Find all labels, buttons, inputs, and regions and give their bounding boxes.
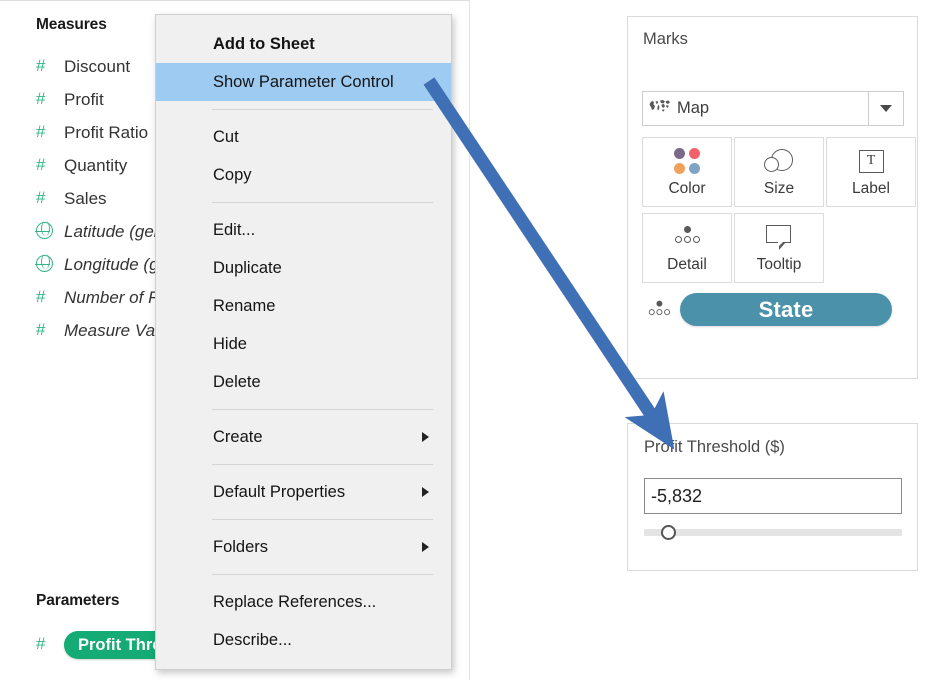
menu-separator (212, 109, 433, 110)
cards-pane: Marks (615, 0, 934, 680)
marks-shelf-label[interactable]: T Label (826, 137, 916, 207)
menu-item[interactable]: Cut (156, 118, 451, 156)
parameter-value-input[interactable] (644, 478, 902, 514)
menu-separator (212, 519, 433, 520)
menu-item-label: Show Parameter Control (213, 73, 394, 91)
menu-separator (212, 574, 433, 575)
marks-shelf-detail[interactable]: Detail (642, 213, 732, 283)
hash-icon: # (36, 190, 64, 208)
parameter-control-title: Profit Threshold ($) (644, 438, 785, 457)
chevron-right-icon (422, 542, 429, 552)
chevron-right-icon (422, 432, 429, 442)
parameter-slider[interactable] (644, 524, 902, 540)
measure-field-label: Quantity (64, 156, 127, 176)
menu-item-label: Replace References... (213, 593, 376, 611)
menu-item[interactable]: Hide (156, 325, 451, 363)
menu-item-label: Rename (213, 297, 275, 315)
detail-dots-icon (672, 222, 702, 252)
menu-item-label: Edit... (213, 221, 255, 239)
globe-icon (36, 221, 64, 242)
state-field-pill[interactable]: State (680, 293, 892, 326)
mark-type-dropdown-arrow[interactable] (868, 92, 903, 125)
parameter-slider-track[interactable] (644, 529, 902, 536)
menu-item-label: Add to Sheet (213, 35, 315, 53)
chevron-down-icon (880, 105, 892, 112)
menu-item-label: Delete (213, 373, 261, 391)
menu-item[interactable]: Add to Sheet (156, 25, 451, 63)
globe-icon (36, 254, 64, 275)
parameter-slider-thumb[interactable] (661, 525, 676, 540)
hash-icon: # (36, 91, 64, 109)
menu-item[interactable]: Replace References... (156, 583, 451, 621)
menu-item[interactable]: Describe... (156, 621, 451, 659)
menu-item[interactable]: Show Parameter Control (156, 63, 451, 101)
measure-field-label: Discount (64, 57, 130, 77)
menu-item[interactable]: Copy (156, 156, 451, 194)
label-text-icon: T (859, 146, 884, 176)
menu-item-label: Hide (213, 335, 247, 353)
marks-shelf-label-label: Label (852, 180, 890, 198)
menu-item-label: Create (213, 428, 263, 446)
hash-icon: # (36, 322, 64, 340)
menu-separator (212, 202, 433, 203)
marks-shelf-size-label: Size (764, 180, 794, 198)
hash-icon: # (36, 58, 64, 76)
menu-item-label: Duplicate (213, 259, 282, 277)
menu-item-label: Folders (213, 538, 268, 556)
menu-item[interactable]: Default Properties (156, 473, 451, 511)
size-circles-icon (764, 146, 794, 176)
menu-item-label: Describe... (213, 631, 292, 649)
marks-shelf-size[interactable]: Size (734, 137, 824, 207)
menu-item[interactable]: Duplicate (156, 249, 451, 287)
detail-dots-icon (646, 300, 672, 319)
marks-card-title: Marks (643, 30, 688, 49)
detail-field-row[interactable]: State (644, 293, 892, 326)
marks-shelf-tooltip-label: Tooltip (757, 256, 802, 274)
hash-icon: # (36, 124, 64, 142)
menu-item-label: Copy (213, 166, 252, 184)
parameters-section-header: Parameters (36, 592, 119, 610)
hash-icon: # (36, 289, 64, 307)
chevron-right-icon (422, 487, 429, 497)
marks-shelf-color[interactable]: Color (642, 137, 732, 207)
marks-shelf-detail-label: Detail (667, 256, 707, 274)
marks-shelf-color-label: Color (668, 180, 705, 198)
menu-item-label: Default Properties (213, 483, 345, 501)
menu-item[interactable]: Folders (156, 528, 451, 566)
mark-type-dropdown[interactable]: Map (642, 91, 904, 126)
measures-section-header: Measures (36, 16, 107, 34)
hash-icon: # (36, 636, 64, 654)
measure-field-label: Profit (64, 90, 104, 110)
marks-card: Marks (627, 16, 918, 379)
menu-item[interactable]: Delete (156, 363, 451, 401)
menu-separator (212, 409, 433, 410)
marks-shelf-tooltip[interactable]: Tooltip (734, 213, 824, 283)
tableau-screenshot: Measures #Discount#Profit#Profit Ratio#Q… (0, 0, 934, 680)
menu-item[interactable]: Edit... (156, 211, 451, 249)
parameter-control-card: Profit Threshold ($) (627, 423, 918, 571)
color-dots-icon (674, 146, 700, 176)
tooltip-bubble-icon (766, 222, 792, 252)
mark-type-label: Map (677, 99, 868, 118)
menu-item[interactable]: Create (156, 418, 451, 456)
menu-separator (212, 464, 433, 465)
field-context-menu[interactable]: Add to Sheet Show Parameter Control Cut Cop… (155, 14, 452, 670)
menu-item-label: Cut (213, 128, 239, 146)
world-map-icon (643, 99, 677, 118)
measure-field-label: Profit Ratio (64, 123, 148, 143)
hash-icon: # (36, 157, 64, 175)
measure-field-label: Sales (64, 189, 107, 209)
menu-item[interactable]: Rename (156, 287, 451, 325)
